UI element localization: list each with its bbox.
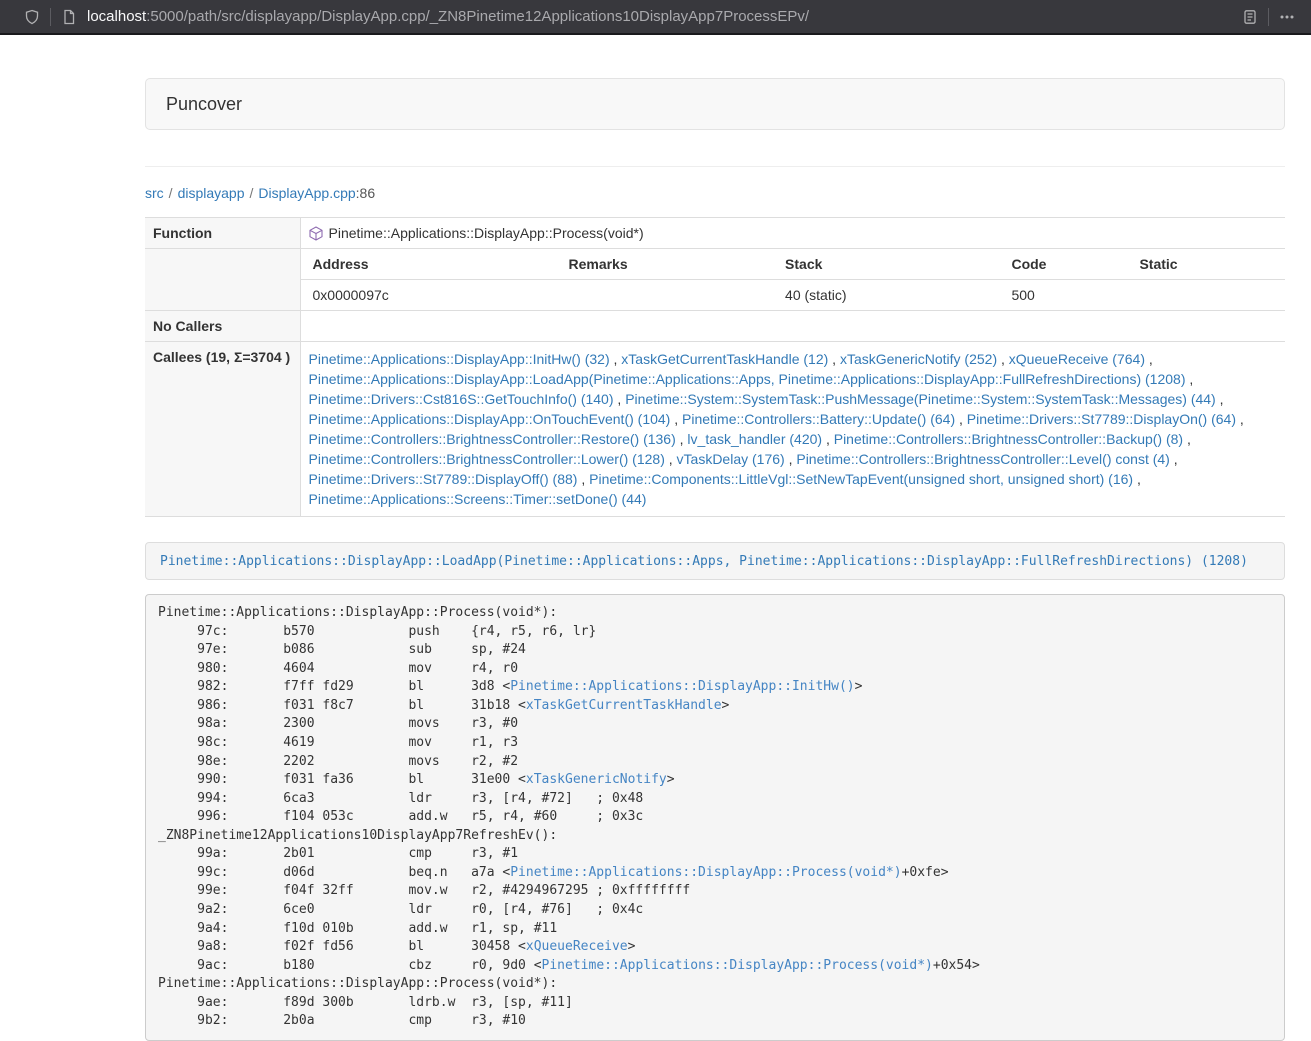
code-symbol-link[interactable]: xTaskGenericNotify xyxy=(526,772,667,787)
breadcrumb-separator: / xyxy=(169,185,173,201)
table-row: Callees (19, Σ=3704 ) Pinetime::Applicat… xyxy=(145,342,1285,517)
callee-link[interactable]: Pinetime::Controllers::BrightnessControl… xyxy=(796,451,1169,467)
column-header-remarks: Remarks xyxy=(556,249,773,280)
code-symbol-link[interactable]: Pinetime::Applications::DisplayApp::Proc… xyxy=(510,865,901,880)
callee-link[interactable]: vTaskDelay (176) xyxy=(677,451,785,467)
overflow-menu-icon[interactable] xyxy=(1277,7,1297,27)
table-row: No Callers xyxy=(145,311,1285,342)
breadcrumb-line-number: :86 xyxy=(356,185,375,201)
callee-separator: , xyxy=(785,451,797,467)
callers-cell xyxy=(300,311,1285,342)
column-header-stack: Stack xyxy=(773,249,999,280)
shield-icon[interactable] xyxy=(22,7,42,27)
callee-separator: , xyxy=(670,411,682,427)
callee-link[interactable]: Pinetime::Applications::DisplayApp::Init… xyxy=(309,351,610,367)
column-header-address: Address xyxy=(301,249,557,280)
callee-separator: , xyxy=(955,411,967,427)
callee-link[interactable]: Pinetime::Applications::DisplayApp::OnTo… xyxy=(309,411,671,427)
callee-separator: , xyxy=(1170,451,1178,467)
callee-separator: , xyxy=(997,351,1009,367)
function-stats-table: Address Remarks Stack Code Static 0x0000… xyxy=(301,249,1286,310)
callee-separator: , xyxy=(665,451,677,467)
stats-data-row: 0x0000097c 40 (static) 500 xyxy=(301,280,1286,311)
callees-label: Callees (19, Σ=3704 ) xyxy=(145,342,300,517)
address-value: 0x0000097c xyxy=(301,280,557,311)
column-header-code: Code xyxy=(999,249,1127,280)
app-title: Puncover xyxy=(166,94,242,114)
callee-separator: , xyxy=(1183,431,1191,447)
stats-header-row: Address Remarks Stack Code Static xyxy=(301,249,1286,280)
url-bar[interactable]: localhost:5000/path/src/displayapp/Displ… xyxy=(87,8,1240,25)
callee-link[interactable]: Pinetime::Drivers::St7789::DisplayOn() (… xyxy=(967,411,1236,427)
toolbar-separator xyxy=(1268,8,1269,26)
function-name: Pinetime::Applications::DisplayApp::Proc… xyxy=(329,225,644,241)
callee-link[interactable]: Pinetime::Applications::Screens::Timer::… xyxy=(309,491,647,507)
code-symbol-link[interactable]: xQueueReceive xyxy=(526,939,628,954)
callee-link[interactable]: Pinetime::Controllers::BrightnessControl… xyxy=(834,431,1183,447)
table-row: Address Remarks Stack Code Static 0x0000… xyxy=(145,249,1285,311)
page-icon[interactable] xyxy=(59,7,79,27)
code-size-value: 500 xyxy=(999,280,1127,311)
toolbar-separator xyxy=(50,8,51,26)
callee-link[interactable]: Pinetime::Components::LittleVgl::SetNewT… xyxy=(589,471,1133,487)
callee-separator: , xyxy=(610,351,622,367)
callee-separator: , xyxy=(1236,411,1244,427)
callee-separator: , xyxy=(1216,391,1224,407)
code-symbol-link[interactable]: Pinetime::Applications::DisplayApp::Init… xyxy=(510,679,854,694)
browser-toolbar: localhost:5000/path/src/displayapp/Displ… xyxy=(0,0,1311,35)
package-icon xyxy=(309,226,323,241)
app-header: Puncover xyxy=(145,78,1285,130)
table-row: Function Pinetime::Applications::Display… xyxy=(145,218,1285,249)
callee-link[interactable]: Pinetime::Drivers::St7789::DisplayOff() … xyxy=(309,471,578,487)
disassembly-code-block[interactable]: Pinetime::Applications::DisplayApp::Proc… xyxy=(145,594,1285,1041)
empty-row-label xyxy=(145,249,300,311)
callee-link[interactable]: Pinetime::Applications::DisplayApp::Load… xyxy=(309,371,1186,387)
callee-link[interactable]: lv_task_handler (420) xyxy=(687,431,822,447)
reader-mode-icon[interactable] xyxy=(1240,7,1260,27)
callee-separator: , xyxy=(577,471,589,487)
callee-separator: , xyxy=(676,431,688,447)
url-path: :5000/path/src/displayapp/DisplayApp.cpp… xyxy=(146,8,809,25)
callee-separator: , xyxy=(828,351,840,367)
callee-separator: , xyxy=(1133,471,1141,487)
selected-callee-panel: Pinetime::Applications::DisplayApp::Load… xyxy=(145,542,1285,580)
callee-separator: , xyxy=(614,391,626,407)
callee-separator: , xyxy=(1145,351,1153,367)
url-host: localhost xyxy=(87,8,146,25)
callee-link[interactable]: Pinetime::Drivers::Cst816S::GetTouchInfo… xyxy=(309,391,614,407)
function-info-table: Function Pinetime::Applications::Display… xyxy=(145,217,1285,517)
divider xyxy=(145,166,1285,167)
column-header-static: Static xyxy=(1127,249,1285,280)
breadcrumb-file[interactable]: DisplayApp.cpp xyxy=(258,185,355,201)
callee-link[interactable]: xQueueReceive (764) xyxy=(1009,351,1145,367)
callees-list: Pinetime::Applications::DisplayApp::Init… xyxy=(309,351,1244,507)
breadcrumb-separator: / xyxy=(250,185,254,201)
stack-value: 40 (static) xyxy=(773,280,999,311)
code-symbol-link[interactable]: xTaskGetCurrentTaskHandle xyxy=(526,698,722,713)
page-content: Puncover src/displayapp/DisplayApp.cpp:8… xyxy=(145,35,1285,1041)
callee-separator: , xyxy=(1185,371,1193,387)
code-symbol-link[interactable]: Pinetime::Applications::DisplayApp::Proc… xyxy=(542,958,933,973)
callee-link[interactable]: Pinetime::Controllers::Battery::Update()… xyxy=(682,411,955,427)
callee-link[interactable]: xTaskGetCurrentTaskHandle (12) xyxy=(621,351,828,367)
callee-link[interactable]: xTaskGenericNotify (252) xyxy=(840,351,997,367)
selected-callee-link[interactable]: Pinetime::Applications::DisplayApp::Load… xyxy=(160,554,1248,569)
remarks-value xyxy=(556,280,773,311)
callee-separator: , xyxy=(822,431,834,447)
callee-link[interactable]: Pinetime::System::SystemTask::PushMessag… xyxy=(625,391,1216,407)
function-row-label: Function xyxy=(145,218,300,249)
no-callers-label: No Callers xyxy=(145,311,300,342)
breadcrumb: src/displayapp/DisplayApp.cpp:86 xyxy=(145,183,1285,203)
breadcrumb-src[interactable]: src xyxy=(145,185,164,201)
breadcrumb-dir[interactable]: displayapp xyxy=(178,185,245,201)
static-value xyxy=(1127,280,1285,311)
callee-link[interactable]: Pinetime::Controllers::BrightnessControl… xyxy=(309,431,676,447)
callee-link[interactable]: Pinetime::Controllers::BrightnessControl… xyxy=(309,451,665,467)
